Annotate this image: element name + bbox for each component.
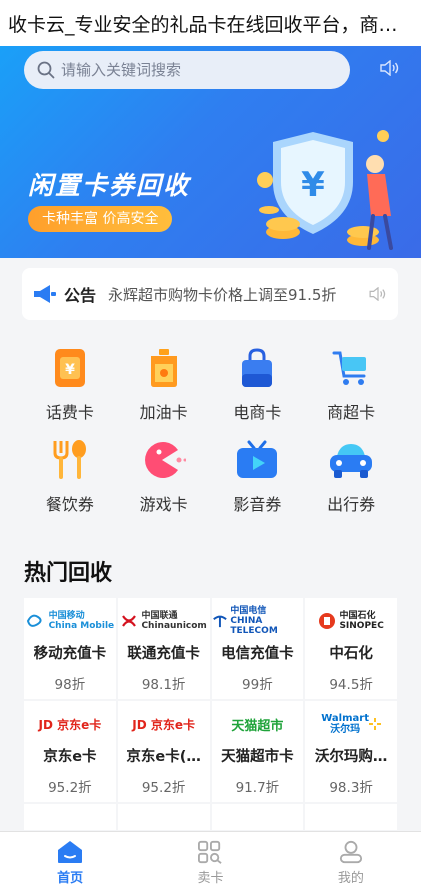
category-label: 加油卡 [139, 403, 188, 422]
category-section: ¥ 话费卡 加油卡 电商卡 商超卡 餐饮券 游戏卡 影音券 出行券 [0, 345, 421, 515]
card-discount: 94.5折 [329, 677, 373, 693]
card-discount: 95.2折 [48, 780, 92, 796]
shield-coins-illustration: ¥ [257, 130, 393, 250]
fork-spoon-icon [53, 440, 86, 479]
jd-logo: JD 京东e卡 [38, 717, 102, 732]
tab-home[interactable]: 首页 [0, 832, 140, 886]
svg-text:¥: ¥ [65, 362, 75, 378]
tv-play-icon [237, 440, 278, 478]
banner-headline: 闲置卡券回收 [28, 171, 191, 200]
megaphone-icon [34, 285, 56, 303]
tab-mine[interactable]: 我的 [281, 832, 421, 886]
card-discount: 98.1折 [141, 677, 186, 693]
search-box[interactable] [24, 51, 350, 89]
card-name: 电信充值卡 [221, 646, 294, 662]
hot-card[interactable]: 天猫超市 天猫超市卡 91.7折 [211, 701, 304, 802]
category-label: 商超卡 [327, 403, 376, 422]
china-telecom-icon [212, 615, 227, 628]
china-mobile-logo: 中国移动 China Mobile [26, 608, 114, 634]
hot-card[interactable]: JD 京东e卡 京东e卡(… 95.2折 [117, 701, 210, 802]
hot-card-partial [211, 804, 304, 830]
grid-search-icon [198, 840, 223, 864]
category-phone-card[interactable]: ¥ 话费卡 [23, 345, 117, 423]
notice-bar[interactable]: 公告 永辉超市购物卡价格上调至91.5折 [22, 268, 398, 320]
card-name: 联通充值卡 [127, 646, 200, 662]
china-mobile-icon [26, 614, 42, 627]
category-label: 电商卡 [233, 403, 282, 422]
walmart-logo: Walmart 沃尔玛 [321, 711, 381, 737]
bottom-tab-bar: 首页 卖卡 我的 [0, 831, 421, 886]
china-telecom-logo: 中国电信 CHINA TELECOM [212, 606, 304, 636]
card-name: 京东e卡 [43, 749, 97, 765]
china-unicom-icon [122, 615, 137, 627]
category-media-voucher[interactable]: 影音券 [211, 437, 305, 515]
category-label: 游戏卡 [139, 495, 188, 514]
home-icon [58, 841, 83, 863]
speaker-icon[interactable] [368, 287, 388, 301]
category-ecommerce-card[interactable]: 电商卡 [211, 345, 305, 423]
sinopec-logo: 中国石化 SINOPEC [318, 608, 384, 634]
page-title: 收卡云_专业安全的礼品卡在线回收平台，商务卡、加油卡、购物卡回收 [8, 13, 415, 36]
card-name: 沃尔玛购… [314, 749, 388, 765]
car-icon [330, 444, 373, 478]
hot-card[interactable]: 中国移动 China Mobile 移动充值卡 98折 [24, 598, 116, 699]
hot-card[interactable]: JD 京东e卡 京东e卡 95.2折 [24, 701, 116, 802]
card-discount: 98.3折 [329, 780, 373, 796]
category-dining-voucher[interactable]: 餐饮券 [23, 437, 117, 515]
category-label: 影音券 [233, 495, 282, 514]
phone-card-icon: ¥ [54, 349, 85, 387]
hot-card-partial [305, 804, 397, 830]
banner-tagline: 卡种丰富 价高安全 [28, 206, 173, 232]
card-discount: 95.2折 [141, 780, 186, 796]
tab-label: 首页 [57, 871, 84, 886]
app-page: 收卡云_专业安全的礼品卡在线回收平台，商务卡、加油卡、购物卡回收 闲置卡券回收 … [0, 0, 421, 886]
tab-label: 我的 [337, 871, 364, 886]
card-discount: 98折 [54, 677, 86, 693]
category-supermarket-card[interactable]: 商超卡 [304, 345, 398, 423]
shopping-bag-icon [242, 348, 273, 387]
category-fuel-card[interactable]: 加油卡 [117, 345, 211, 423]
tab-label: 卖卡 [197, 871, 224, 886]
card-name: 天猫超市卡 [221, 749, 294, 765]
tmall-supermarket-logo: 天猫超市 [231, 718, 284, 734]
hot-card-grid: 中国移动 China Mobile 移动充值卡 98折 中国联通 Chinaunic… [24, 598, 397, 830]
svg-text:¥: ¥ [301, 165, 325, 205]
hot-section-title: 热门回收 [24, 561, 113, 586]
speaker-icon[interactable] [379, 60, 401, 76]
spark-icon [368, 718, 381, 730]
notice-text: 永辉超市购物卡价格上调至91.5折 [108, 285, 337, 304]
user-icon [339, 840, 362, 864]
search-icon [37, 61, 55, 79]
china-unicom-logo: 中国联通 Chinaunicom [120, 608, 207, 634]
fuel-can-icon [150, 349, 177, 387]
card-name: 移动充值卡 [33, 646, 107, 662]
hot-card[interactable]: 中国电信 CHINA TELECOM 电信充值卡 99折 [211, 598, 304, 699]
card-name: 京东e卡(… [126, 749, 201, 765]
jd-logo: JD 京东e卡 [132, 717, 195, 732]
card-discount: 91.7折 [235, 780, 280, 796]
card-name: 中石化 [329, 646, 373, 662]
search-input[interactable] [61, 61, 321, 79]
category-label: 话费卡 [45, 403, 94, 422]
hot-card[interactable]: Walmart 沃尔玛 沃尔玛购… 98.3折 [305, 701, 397, 802]
hot-card[interactable]: 中国联通 Chinaunicom 联通充值卡 98.1折 [117, 598, 210, 699]
hero-banner[interactable]: 闲置卡券回收 卡种丰富 价高安全 ¥ [0, 46, 421, 258]
cart-icon [332, 351, 367, 385]
hot-card-partial [24, 804, 116, 830]
category-label: 出行券 [327, 495, 376, 514]
category-game-card[interactable]: 游戏卡 [117, 437, 211, 515]
notice-label: 公告 [64, 286, 97, 305]
title-bar: 收卡云_专业安全的礼品卡在线回收平台，商务卡、加油卡、购物卡回收 [0, 0, 421, 46]
pacman-icon [144, 442, 186, 478]
sinopec-icon [319, 613, 336, 629]
hot-card[interactable]: 中国石化 SINOPEC 中石化 94.5折 [305, 598, 397, 699]
card-discount: 99折 [242, 677, 273, 693]
hot-card-partial [117, 804, 210, 830]
tab-sell[interactable]: 卖卡 [140, 832, 280, 886]
category-label: 餐饮券 [45, 495, 94, 514]
category-travel-voucher[interactable]: 出行券 [304, 437, 398, 515]
